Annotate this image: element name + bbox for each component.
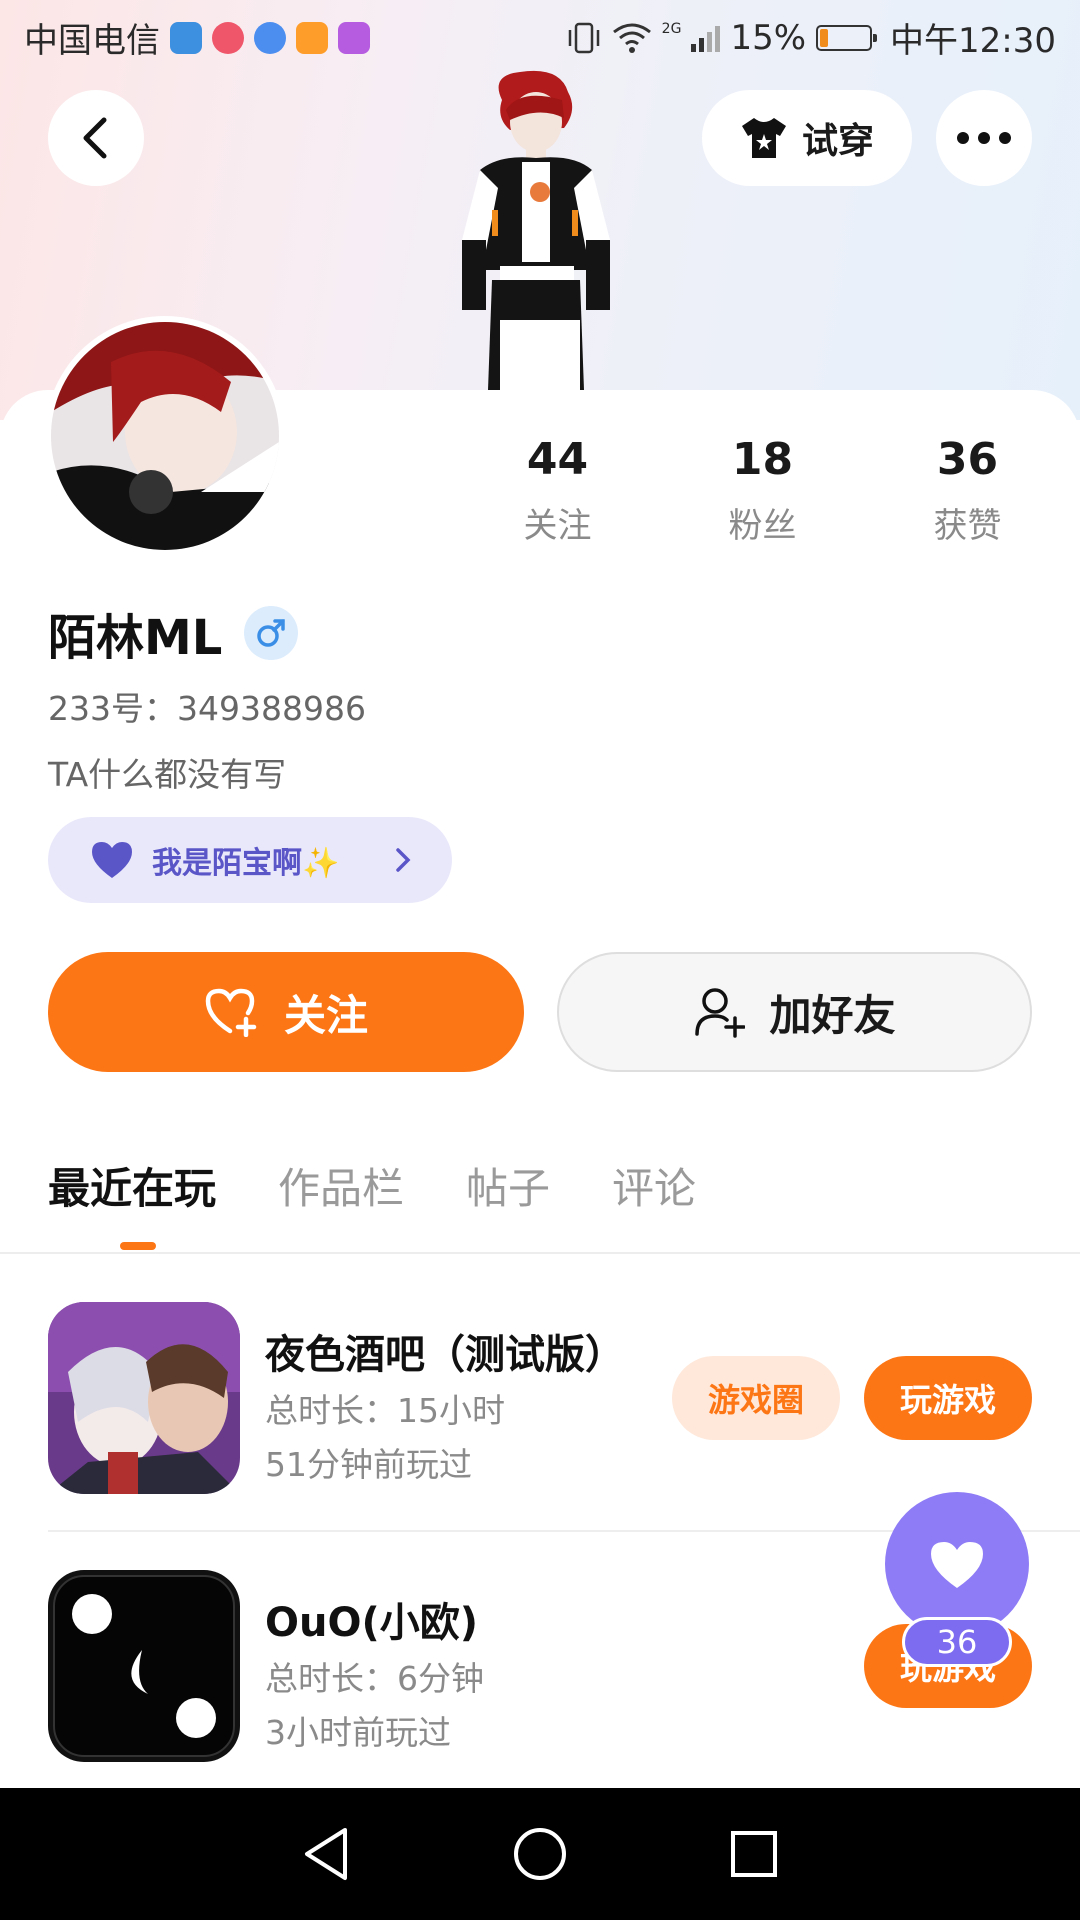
like-floating-button[interactable] [885,1492,1029,1636]
stat-value: 36 [936,434,999,485]
username-row: 陌林ML [48,598,299,668]
system-navigation-bar [0,1788,1080,1920]
video-app-icon [296,21,328,54]
active-tab-indicator [120,1242,156,1250]
add-user-icon [695,988,746,1038]
game-last-played: 51分钟前玩过 [265,1445,472,1484]
tab-posts[interactable]: 帖子 [466,1155,550,1216]
game-duration: 总时长：15小时 [265,1391,505,1430]
add-friend-button[interactable]: 加好友 [557,952,1032,1072]
battery-icon [816,24,878,51]
follow-label: 关注 [283,990,368,1040]
follow-button[interactable]: 关注 [48,952,524,1072]
male-gender-icon [244,606,299,660]
recents-nav-icon[interactable] [729,1829,779,1879]
game-last-played: 3小时前玩过 [265,1713,451,1752]
profile-stats: 44 关注 18 粉丝 36 获赞 [475,432,1050,547]
avatar-character-figure [462,70,610,390]
tshirt-icon [741,118,786,158]
profile-tag-chip[interactable]: 我是陌宝啊✨ [48,817,452,903]
try-on-label: 试穿 [801,121,874,162]
heart-icon [92,842,132,878]
username: 陌林ML [48,610,223,666]
user-bio: TA什么都没有写 [48,755,287,794]
heart-plus-icon [205,988,257,1037]
stat-value: 44 [526,434,589,485]
game-title: OuO(小欧) [265,1600,479,1646]
avatar[interactable] [45,316,285,556]
stat-value: 18 [731,434,794,485]
heart-icon [931,1542,983,1588]
avatar-image [51,322,279,550]
signal-icon [691,24,721,52]
tab-recent-play[interactable]: 最近在玩 [48,1155,216,1216]
game-list-item[interactable]: 夜色酒吧（测试版） 总时长：15小时 51分钟前玩过 游戏圈 玩游戏 [0,1302,1080,1502]
stat-label: 获赞 [933,506,1002,546]
more-options-button[interactable] [936,90,1032,186]
chevron-left-icon [83,117,107,159]
game-icon-dice [48,1570,240,1762]
battery-percent: 15% [730,17,807,58]
game-circle-button[interactable]: 游戏圈 [672,1356,840,1440]
divider [0,1252,1080,1254]
user-id: 233号：349388986 [48,689,366,728]
add-friend-label: 加好友 [769,990,896,1040]
like-count-badge: 36 [902,1617,1012,1667]
stat-label: 粉丝 [728,506,797,546]
stat-following[interactable]: 44 关注 [475,432,640,547]
play-game-button[interactable]: 玩游戏 [864,1356,1032,1440]
clock: 中午12:30 [890,21,1056,61]
game-duration: 总时长：6分钟 [265,1659,484,1698]
home-nav-icon[interactable] [512,1826,568,1882]
game-icon-night-bar [48,1302,240,1494]
stat-likes[interactable]: 36 获赞 [885,432,1050,547]
more-dots-icon [957,132,1011,144]
network-type-label: 2G [661,21,682,37]
shield-app-icon [170,21,202,54]
gallery-app-icon [338,21,370,54]
chevron-right-icon [396,848,411,872]
vibrate-icon [568,22,599,53]
tab-works[interactable]: 作品栏 [278,1155,404,1216]
tab-comments[interactable]: 评论 [612,1155,696,1216]
social-app-icon [212,21,244,54]
stat-label: 关注 [523,506,592,546]
status-bar: 中国电信 2G 15% 中午12:30 [0,0,1080,75]
wifi-icon [612,23,651,53]
carrier-label: 中国电信 [24,21,160,61]
stat-fans[interactable]: 18 粉丝 [640,432,885,547]
profile-tag-label: 我是陌宝啊✨ [152,846,340,881]
try-on-button[interactable]: 试穿 [702,90,912,186]
back-button[interactable] [48,90,144,186]
profile-tabs: 最近在玩 作品栏 帖子 评论 [48,1155,758,1216]
back-nav-icon[interactable] [301,1826,351,1882]
game-title: 夜色酒吧（测试版） [265,1332,625,1378]
music-app-icon [254,21,286,54]
